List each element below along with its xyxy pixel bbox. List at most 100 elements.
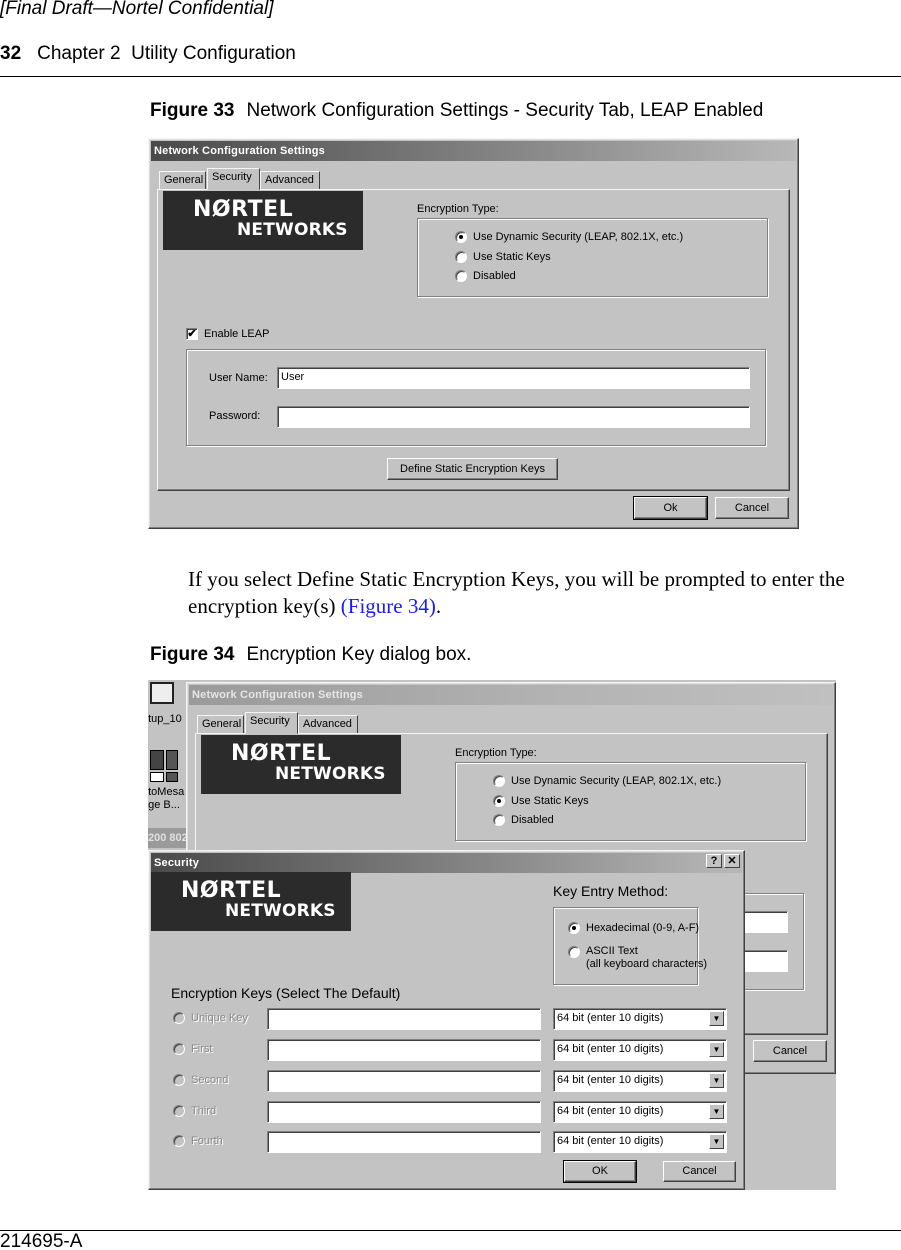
radio-button[interactable]	[455, 251, 467, 263]
encryption-type-label: Encryption Type:	[417, 203, 499, 215]
close-icon[interactable]: ✕	[724, 854, 740, 868]
fourth-key-input[interactable]	[267, 1131, 541, 1153]
tab-advanced[interactable]: Advanced	[260, 171, 320, 190]
enable-leap-checkbox[interactable]: ✔ Enable LEAP	[186, 328, 269, 340]
user-name-input[interactable]: User	[277, 367, 750, 389]
chevron-down-icon[interactable]: ▼	[709, 1042, 724, 1057]
define-static-keys-button[interactable]: Define Static Encryption Keys	[387, 458, 558, 480]
radio-first-key[interactable]: First	[173, 1043, 212, 1055]
cancel-button[interactable]: Cancel	[753, 1040, 827, 1062]
chevron-down-icon[interactable]: ▼	[709, 1011, 724, 1026]
radio-disabled[interactable]: Disabled	[455, 270, 516, 282]
figure-33-caption-text: Network Configuration Settings - Securit…	[246, 100, 764, 121]
third-key-input[interactable]	[267, 1101, 541, 1123]
figure-34-screenshot: etup_10 otoMesa age B... 200 802 Network…	[148, 680, 836, 1190]
figure-34-caption-text: Encryption Key dialog box.	[246, 644, 472, 665]
tab-security[interactable]: Security	[207, 168, 260, 190]
radio-dynamic-security[interactable]: Use Dynamic Security (LEAP, 802.1X, etc.…	[493, 775, 721, 787]
radio-label: ASCII Text (all keyboard characters)	[586, 945, 707, 971]
desktop-icon-label[interactable]: etup_10	[148, 713, 182, 725]
second-key-size-select[interactable]: 64 bit (enter 10 digits) ▼	[553, 1070, 727, 1092]
encryption-type-group: Use Dynamic Security (LEAP, 802.1X, etc.…	[417, 218, 768, 297]
tab-security[interactable]: Security	[245, 712, 298, 734]
select-value: 64 bit (enter 10 digits)	[557, 1043, 664, 1055]
select-value: 64 bit (enter 10 digits)	[557, 1135, 664, 1147]
radio-label: Use Dynamic Security (LEAP, 802.1X, etc.…	[473, 231, 684, 243]
key-entry-method-label: Key Entry Method:	[553, 883, 669, 899]
radio-ascii-text[interactable]: ASCII Text (all keyboard characters)	[568, 945, 707, 971]
radio-third-key[interactable]: Third	[173, 1105, 216, 1117]
radio-button-disabled[interactable]	[173, 1043, 185, 1055]
body-text: If you select Define Static Encryption K…	[188, 567, 845, 618]
key-label: First	[191, 1043, 213, 1055]
radio-button[interactable]	[455, 270, 467, 282]
help-button[interactable]: ?	[706, 854, 722, 868]
radio-button-selected[interactable]	[568, 922, 580, 934]
page-number: 32	[0, 43, 22, 64]
cancel-button[interactable]: Cancel	[715, 497, 789, 519]
third-key-size-select[interactable]: 64 bit (enter 10 digits) ▼	[553, 1101, 727, 1123]
radio-disabled[interactable]: Disabled	[493, 814, 554, 826]
figure-34-caption: Figure 34 Encryption Key dialog box.	[150, 644, 471, 666]
window-titlebar: Network Configuration Settings	[151, 141, 796, 161]
radio-button[interactable]	[568, 946, 580, 958]
password-input[interactable]	[277, 406, 750, 428]
radio-static-keys[interactable]: Use Static Keys	[455, 251, 551, 263]
checkmark-icon[interactable]: ✔	[186, 328, 198, 340]
encryption-keys-heading: Encryption Keys (Select The Default)	[171, 985, 401, 1001]
desktop-area: etup_10 otoMesa age B... 200 802	[148, 680, 188, 850]
fourth-key-size-select[interactable]: 64 bit (enter 10 digits) ▼	[553, 1131, 727, 1153]
radio-unique-key[interactable]: Unique Key	[173, 1012, 248, 1024]
taskbar-item[interactable]: 200 802	[148, 828, 188, 848]
ok-button[interactable]: Ok	[633, 496, 708, 520]
radio-hexadecimal[interactable]: Hexadecimal (0-9, A-F)	[568, 922, 699, 934]
figure-34-number: Figure 34	[150, 644, 235, 665]
logo-networks: NETWORKS	[237, 220, 348, 240]
radio-button[interactable]	[493, 814, 505, 826]
photo-app-icon[interactable]	[150, 750, 178, 782]
dialog-cancel-button[interactable]: Cancel	[663, 1161, 736, 1182]
desktop-icon-label[interactable]: otoMesa age B...	[148, 786, 184, 812]
chevron-down-icon[interactable]: ▼	[709, 1104, 724, 1119]
radio-button-selected[interactable]	[493, 795, 505, 807]
second-key-input[interactable]	[267, 1070, 541, 1092]
dialog-ok-button[interactable]: OK	[563, 1160, 637, 1183]
network-config-window: Network Configuration Settings General S…	[148, 138, 799, 529]
unique-key-size-select[interactable]: 64 bit (enter 10 digits) ▼	[553, 1008, 727, 1030]
radio-label: Use Dynamic Security (LEAP, 802.1X, etc.…	[511, 775, 722, 787]
radio-fourth-key[interactable]: Fourth	[173, 1135, 223, 1147]
body-text-end: .	[435, 594, 442, 618]
radio-label: Use Static Keys	[511, 795, 589, 807]
chevron-down-icon[interactable]: ▼	[709, 1134, 724, 1149]
setup-program-icon[interactable]	[150, 682, 174, 704]
figure-34-link[interactable]: (Figure 34)	[341, 594, 436, 618]
chevron-down-icon[interactable]: ▼	[709, 1073, 724, 1088]
radio-button-disabled[interactable]	[173, 1105, 185, 1117]
security-tab-panel: NØRTEL NETWORKS Encryption Type: Use Dyn…	[157, 189, 790, 491]
radio-button-disabled[interactable]	[173, 1135, 185, 1147]
first-key-input[interactable]	[267, 1039, 541, 1061]
body-paragraph: If you select Define Static Encryption K…	[188, 566, 900, 620]
document-id: 214695-A	[0, 1231, 83, 1250]
encryption-type-group: Use Dynamic Security (LEAP, 802.1X, etc.…	[455, 762, 806, 841]
radio-button-selected[interactable]	[455, 231, 467, 243]
radio-label: Disabled	[511, 814, 554, 826]
tab-general[interactable]: General	[159, 171, 206, 190]
logo-nortel: NØRTEL	[193, 197, 294, 222]
radio-button-disabled[interactable]	[173, 1012, 185, 1024]
select-value: 64 bit (enter 10 digits)	[557, 1012, 664, 1024]
radio-second-key[interactable]: Second	[173, 1074, 228, 1086]
key-label: Fourth	[191, 1135, 223, 1147]
first-key-size-select[interactable]: 64 bit (enter 10 digits) ▼	[553, 1039, 727, 1061]
radio-button[interactable]	[493, 775, 505, 787]
radio-button-disabled[interactable]	[173, 1074, 185, 1086]
tab-general[interactable]: General	[197, 715, 244, 734]
nortel-logo: NØRTEL NETWORKS	[201, 735, 401, 794]
radio-static-keys[interactable]: Use Static Keys	[493, 795, 589, 807]
tab-advanced[interactable]: Advanced	[298, 715, 358, 734]
unique-key-input[interactable]	[267, 1008, 541, 1030]
radio-dynamic-security[interactable]: Use Dynamic Security (LEAP, 802.1X, etc.…	[455, 231, 683, 243]
select-value: 64 bit (enter 10 digits)	[557, 1074, 664, 1086]
select-value: 64 bit (enter 10 digits)	[557, 1105, 664, 1117]
key-label: Second	[191, 1074, 229, 1086]
